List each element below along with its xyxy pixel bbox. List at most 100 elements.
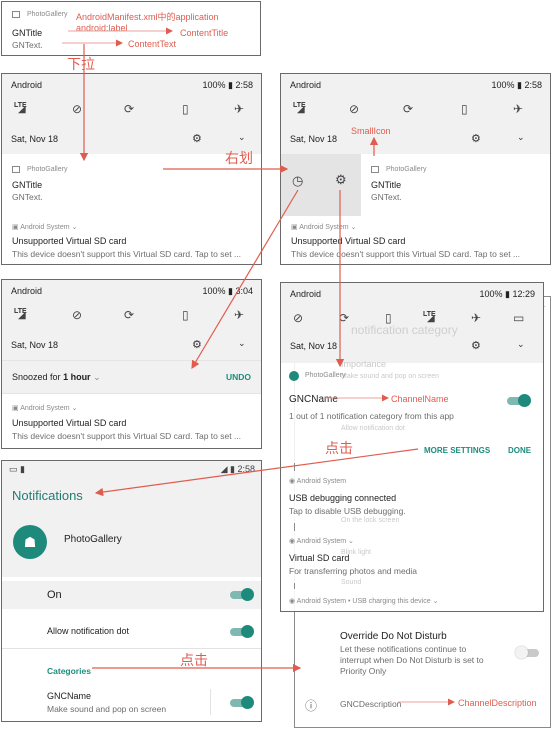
notification-app-icon — [12, 11, 20, 18]
system-app-name: ▣ Android System ⌄ — [12, 223, 77, 231]
override-text: Let these notifications continue to inte… — [340, 644, 484, 676]
system-notification[interactable]: ▣ Android System ⌄ Unsupported Virtual S… — [281, 216, 550, 264]
channel-row[interactable]: GNCName Make sound and pop on screen — [2, 687, 261, 721]
usb-notification[interactable]: ◉ Android System USB debugging connected… — [281, 471, 543, 524]
category-info: 1 out of 1 notification category from th… — [289, 411, 454, 421]
clock-icon[interactable]: ◷ — [292, 173, 303, 189]
android-app-icon: ☗ — [13, 525, 47, 559]
annotation-content-title: ContentTitle — [180, 28, 229, 38]
swiped-notification[interactable]: ◷ ⚙ PhotoGallery GNTitle GNText. — [281, 154, 550, 217]
signal-icon[interactable]: ◢ — [297, 104, 305, 115]
channel-name: GNCName — [47, 691, 92, 701]
override-toggle[interactable] — [515, 646, 539, 659]
cast-icon[interactable]: ▭ — [513, 311, 524, 325]
battery-saver-icon[interactable]: ▯ — [461, 102, 468, 116]
app-notification-settings: ▭ ▮ ◢ ▮ 2:58 Notifications ☗ PhotoGaller… — [1, 460, 262, 722]
notification-app-icon — [12, 166, 20, 173]
virtual-sd-notification[interactable]: ◉ Android System ⌄ Blink light Virtual S… — [281, 531, 543, 586]
channel-name: GNCName — [289, 394, 338, 405]
annotation-app-label: AndroidManifest.xml中的application android… — [76, 12, 219, 33]
airplane-icon[interactable]: ✈ — [513, 102, 523, 116]
label-click-1: 点击 — [325, 440, 353, 456]
done-button[interactable]: DONE — [508, 446, 531, 455]
chevron-down-icon[interactable]: ⌄ — [517, 339, 525, 350]
usb-title: USB debugging connected — [289, 493, 397, 503]
carrier-label: Android — [290, 289, 322, 299]
annotation-channel-name: ChannelName — [391, 394, 449, 404]
notification-shade-pulled: Android 100% ▮ 2:58 LTE ◢ ⊘ ⟳ ▯ ✈ Sat, N… — [1, 73, 262, 265]
on-toggle[interactable] — [230, 588, 254, 601]
gear-icon[interactable]: ⚙ — [192, 338, 202, 351]
system-title: Unsupported Virtual SD card — [291, 236, 406, 246]
channel-toggle[interactable] — [230, 696, 254, 709]
system-notification[interactable]: ▣ Android System ⌄ Unsupported Virtual S… — [2, 394, 261, 448]
signal-icon[interactable]: ◢ — [18, 310, 26, 321]
app-name: PhotoGallery — [64, 534, 122, 545]
auto-rotate-icon[interactable]: ⟳ — [124, 308, 134, 322]
date: Sat, Nov 18 — [11, 340, 59, 350]
chevron-down-icon: ⌄ — [71, 224, 78, 231]
footer-text: ◉ Android System • USB charging this dev… — [289, 597, 438, 605]
airplane-icon[interactable]: ✈ — [234, 102, 244, 116]
undo-button[interactable]: UNDO — [226, 372, 251, 382]
clock: 12:29 — [512, 289, 535, 299]
ghost-title: notification category — [351, 323, 458, 337]
gear-icon[interactable]: ⚙ — [192, 132, 202, 145]
airplane-icon[interactable]: ✈ — [471, 311, 481, 325]
channel-settings-card: notification category Importance Make so… — [281, 323, 543, 463]
date-row: Sat, Nov 18 ⚙ ⌄ — [281, 129, 550, 151]
chevron-down-icon[interactable]: ⌄ — [238, 132, 246, 143]
dot-toggle[interactable] — [230, 625, 254, 638]
status-icons: ▭ ▮ — [9, 464, 25, 474]
annotation-content-text: ContentText — [128, 39, 177, 49]
do-not-disturb-icon[interactable]: ⊘ — [72, 102, 82, 116]
notification-shade-channel: Android 100% ▮ 12:29 ⊘ ⟳ ▯ LTE ◢ ✈ ▭ Sat… — [280, 282, 544, 612]
channel-toggle[interactable] — [507, 394, 531, 407]
description-text: GNCDescription — [340, 699, 402, 709]
dot-label: Allow notification dot — [47, 626, 130, 636]
airplane-icon[interactable]: ✈ — [234, 308, 244, 322]
override-title: Override Do Not Disturb — [340, 631, 447, 642]
auto-rotate-icon[interactable]: ⟳ — [124, 102, 134, 116]
dot-row[interactable]: Allow notification dot — [2, 619, 261, 647]
clock: 2:58 — [237, 464, 255, 474]
battery-saver-icon[interactable]: ▯ — [182, 308, 189, 322]
ghost-dot: Allow notification dot — [341, 425, 405, 432]
notifications-title: Notifications — [12, 488, 83, 503]
do-not-disturb-icon[interactable]: ⊘ — [349, 102, 359, 116]
snooze-label[interactable]: Snoozed for 1 hour ⌄ — [12, 372, 101, 383]
gear-icon[interactable]: ⚙ — [471, 132, 481, 145]
do-not-disturb-icon[interactable]: ⊘ — [72, 308, 82, 322]
footer-row: ◉ Android System • USB charging this dev… — [281, 589, 543, 611]
photogallery-notification[interactable]: PhotoGallery GNTitle GNText. — [2, 154, 261, 217]
date-row: Sat, Nov 18 ⚙ ⌄ — [2, 335, 261, 357]
do-not-disturb-icon[interactable]: ⊘ — [293, 311, 303, 325]
battery-icon: ▮ — [228, 80, 233, 90]
chevron-down-icon[interactable]: ⌄ — [238, 338, 246, 349]
android-icon: ▣ — [12, 405, 19, 412]
status-right: 100% ▮ 12:29 — [479, 289, 535, 300]
clock: 3:04 — [235, 286, 253, 296]
quick-settings: Android 100% ▮ 3:04 LTE ◢ ⊘ ⟳ ▯ ✈ Sat, N… — [2, 280, 261, 360]
app-name: PhotoGallery — [27, 166, 68, 173]
on-row[interactable]: On — [2, 581, 261, 609]
auto-rotate-icon[interactable]: ⟳ — [339, 311, 349, 325]
more-settings-button[interactable]: MORE SETTINGS — [424, 446, 490, 455]
battery-saver-icon[interactable]: ▯ — [182, 102, 189, 116]
gear-icon[interactable]: ⚙ — [335, 172, 347, 188]
clock: 2:58 — [235, 80, 253, 90]
system-text: This device doesn't support this Virtual… — [12, 431, 242, 441]
battery-icon: ▮ — [517, 80, 522, 90]
chevron-down-icon[interactable]: ⌄ — [517, 132, 525, 143]
system-notification[interactable]: ▣ Android System ⌄ Unsupported Virtual S… — [2, 216, 261, 264]
battery-level: 100% — [479, 289, 503, 299]
system-app-name: ▣ Android System ⌄ — [12, 404, 77, 412]
auto-rotate-icon[interactable]: ⟳ — [403, 102, 413, 116]
divider — [2, 648, 261, 649]
on-label: On — [47, 589, 62, 601]
gear-icon[interactable]: ⚙ — [471, 339, 481, 352]
chevron-down-icon: ⌄ — [71, 405, 78, 412]
signal-icon[interactable]: ◢ — [18, 104, 26, 115]
notification-shade-swiped: Android 100% ▮ 2:58 LTE ◢ ⊘ ⟳ ▯ ✈ Sat, N… — [280, 73, 551, 265]
chevron-down-icon: ⌄ — [93, 372, 101, 382]
